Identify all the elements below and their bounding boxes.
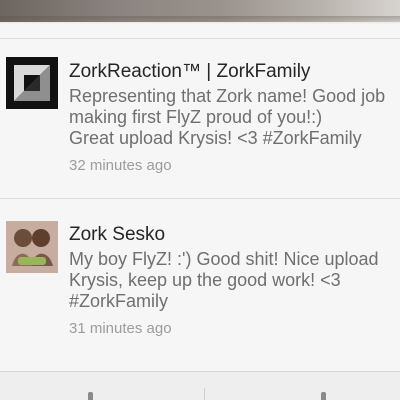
comment-text-line: Krysis, keep up the good work! <3	[69, 270, 341, 290]
menu-action-icon[interactable]	[321, 392, 326, 400]
comment-text-line: Representing that Zork name! Good job	[69, 86, 386, 106]
bottom-toolbar	[0, 371, 400, 400]
avatar[interactable]	[6, 221, 58, 273]
comment-text: My boy FlyZ! :') Good shit! Nice upload …	[69, 249, 395, 312]
comments-screen: ZorkReaction™ | ZorkFamily Representing …	[0, 0, 400, 400]
media-preview-shadow	[0, 16, 400, 24]
comment-text: Representing that Zork name! Good job ma…	[69, 86, 395, 149]
comment-timestamp: 32 minutes ago	[69, 157, 172, 174]
comment-text-line: Great upload Krysis! <3 #ZorkFamily	[69, 128, 362, 148]
comment-text-line: #ZorkFamily	[69, 291, 169, 311]
toolbar-divider	[204, 388, 205, 400]
zork-logo-icon	[6, 57, 58, 109]
comment-text-line: making first FlyZ proud of you!:)	[69, 107, 323, 127]
comment-author[interactable]: ZorkReaction™ | ZorkFamily	[69, 61, 310, 83]
comment-item-zorkreaction[interactable]: ZorkReaction™ | ZorkFamily Representing …	[0, 39, 400, 197]
comment-author[interactable]: Zork Sesko	[69, 224, 165, 246]
comment-timestamp: 31 minutes ago	[69, 320, 172, 337]
comment-action-icon[interactable]	[88, 392, 93, 400]
user-avatar-photo	[6, 221, 58, 273]
avatar[interactable]	[6, 57, 58, 109]
comment-text-line: My boy FlyZ! :') Good shit! Nice upload	[69, 249, 379, 269]
comment-item-zork-sesko[interactable]: Zork Sesko My boy FlyZ! :') Good shit! N…	[0, 199, 400, 364]
